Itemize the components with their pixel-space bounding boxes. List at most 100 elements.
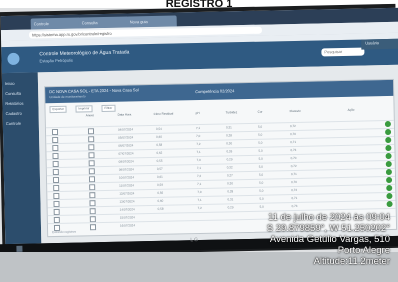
edit-action-icon[interactable] bbox=[385, 128, 392, 136]
table-cell: 0,32 bbox=[226, 165, 233, 170]
edit-action-icon[interactable] bbox=[386, 200, 393, 208]
table-cell: 0,72 bbox=[290, 163, 297, 169]
table-cell: 0,61 bbox=[156, 174, 163, 179]
column-header: Turbidez bbox=[225, 110, 238, 115]
table-cell: 0,72 bbox=[291, 187, 298, 193]
screen: Controle Consulta Nova guia https://sist… bbox=[0, 7, 398, 245]
table-cell: 0,28 bbox=[227, 189, 234, 194]
sidebar-item[interactable]: Controle bbox=[6, 121, 21, 126]
edit-action-icon[interactable] bbox=[386, 176, 393, 184]
table-cell: 07/07/2024 bbox=[118, 151, 134, 156]
table-cell: 09/07/2024 bbox=[118, 167, 134, 172]
table-cell: 7,0 bbox=[196, 157, 201, 163]
table-cell: 08/07/2024 bbox=[118, 159, 134, 164]
table-cell: 7,1 bbox=[196, 149, 201, 155]
sidebar-item[interactable]: Relatórios bbox=[5, 101, 23, 106]
edit-action-icon[interactable] bbox=[384, 120, 391, 128]
column-header: Cor bbox=[257, 109, 263, 114]
table-cell: 0,71 bbox=[290, 139, 297, 145]
sidebar-item[interactable]: Cadastro bbox=[6, 111, 22, 116]
panel-title: DC NOVA CASA SOL - ETA 2324 - Nova Casa … bbox=[49, 87, 139, 95]
table-cell: 5,0 bbox=[258, 164, 263, 169]
column-header: Ação bbox=[347, 107, 355, 112]
column-header: Anexo bbox=[85, 113, 95, 118]
table-cell: 0,30 bbox=[227, 181, 234, 186]
table-cell: 0,30 bbox=[226, 141, 233, 146]
table-cell: 5,0 bbox=[259, 196, 264, 201]
table-cell: 15/07/2024 bbox=[119, 215, 135, 220]
table-cell: 5,0 bbox=[258, 132, 263, 137]
table-cell: 7,1 bbox=[196, 165, 202, 171]
filter-button[interactable]: Filtrar bbox=[101, 104, 116, 113]
sidebar-item[interactable]: Início bbox=[5, 81, 15, 86]
competence-label: Competência 02/2024 bbox=[195, 88, 235, 95]
table-cell: 5,0 bbox=[259, 180, 264, 185]
table-cell: 0,54 bbox=[155, 126, 162, 131]
sidebar: Início Consulta Relatórios Cadastro Cont… bbox=[1, 72, 42, 245]
user-menu[interactable]: Usuário bbox=[361, 38, 398, 50]
stamp-altitude: Altitude:11.2meter bbox=[313, 256, 390, 267]
edit-action-icon[interactable] bbox=[385, 160, 392, 168]
panel-subtitle: Unidade de monitoramento bbox=[49, 94, 86, 100]
edit-action-icon[interactable] bbox=[385, 144, 392, 152]
table-cell: 0,27 bbox=[226, 173, 233, 178]
sidebar-item[interactable]: Consulta bbox=[5, 91, 21, 96]
table-cell: 7,2 bbox=[197, 205, 202, 211]
table-cell: 5,0 bbox=[259, 204, 264, 209]
search-input[interactable]: Pesquisar bbox=[321, 47, 365, 57]
table-cell: 11/07/2024 bbox=[119, 183, 134, 188]
export-button[interactable]: Exportar bbox=[49, 105, 67, 114]
table-cell: 0,71 bbox=[291, 195, 298, 201]
edit-action-icon[interactable] bbox=[385, 168, 392, 176]
column-header: pH bbox=[195, 110, 200, 116]
app-logo bbox=[7, 52, 20, 65]
table-cell: 0,60 bbox=[157, 198, 164, 203]
table-cell: 7,0 bbox=[196, 133, 201, 139]
table-cell: 0,73 bbox=[291, 203, 298, 209]
table-cell: 5,0 bbox=[259, 188, 264, 193]
stamp-street: Avenida Getúlio Vargas, 510 bbox=[269, 234, 390, 245]
table-cell: 0,58 bbox=[156, 142, 163, 147]
table-cell: 7,0 bbox=[197, 189, 202, 195]
table-cell: 0,59 bbox=[157, 182, 164, 187]
table-cell: 0,57 bbox=[156, 166, 163, 171]
table-cell: 7,2 bbox=[196, 173, 202, 179]
windows-start-icon[interactable] bbox=[16, 245, 23, 252]
table-cell: 13/07/2024 bbox=[119, 199, 135, 204]
app-title: Controle Meteorológico de Água Tratada bbox=[39, 49, 130, 58]
edit-action-icon[interactable] bbox=[386, 192, 393, 200]
stamp-date: 11 de julho de 2024 às 09:04 bbox=[268, 212, 390, 223]
table-cell: 5,0 bbox=[258, 172, 264, 177]
table-cell: 05/07/2024 bbox=[118, 135, 134, 140]
table-cell: 0,62 bbox=[156, 150, 163, 155]
panel-footer: Exibindo registros bbox=[52, 229, 77, 235]
table-cell: 10/07/2024 bbox=[118, 175, 135, 180]
table-cell: 0,28 bbox=[226, 133, 233, 138]
table-cell: 0,56 bbox=[157, 190, 164, 195]
table-cell: 0,73 bbox=[290, 147, 297, 153]
table-cell: 5,0 bbox=[258, 148, 263, 153]
table-cell: 0,58 bbox=[157, 206, 164, 211]
table-cell: 0,29 bbox=[226, 157, 233, 162]
table-cell: 0,55 bbox=[156, 158, 163, 163]
attachment-checkbox[interactable] bbox=[89, 224, 97, 231]
table-cell: 0,60 bbox=[156, 134, 163, 139]
column-header: Cloro Residual bbox=[153, 111, 174, 116]
table-cell: 04/07/2024 bbox=[117, 127, 134, 132]
table-cell: 0,72 bbox=[289, 123, 296, 129]
table-cell: 5,0 bbox=[258, 156, 263, 161]
app-subtitle: Estação Petrópolis bbox=[39, 57, 73, 64]
edit-action-icon[interactable] bbox=[385, 152, 392, 160]
table-cell: 0,70 bbox=[290, 131, 296, 137]
table-cell: 7,1 bbox=[195, 125, 201, 131]
edit-action-icon[interactable] bbox=[386, 184, 393, 192]
table-cell: 0,29 bbox=[227, 205, 234, 210]
table-cell: 16/07/2024 bbox=[119, 223, 136, 228]
table-cell: 0,26 bbox=[226, 149, 233, 154]
print-button[interactable]: Imprimir bbox=[75, 105, 93, 113]
monitor-brand: LG bbox=[190, 237, 200, 244]
column-header: Data Hora bbox=[117, 112, 132, 117]
edit-action-icon[interactable] bbox=[385, 136, 392, 144]
panel-header: DC NOVA CASA SOL - ETA 2324 - Nova Casa … bbox=[45, 79, 394, 104]
table-cell: 0,70 bbox=[290, 155, 297, 161]
